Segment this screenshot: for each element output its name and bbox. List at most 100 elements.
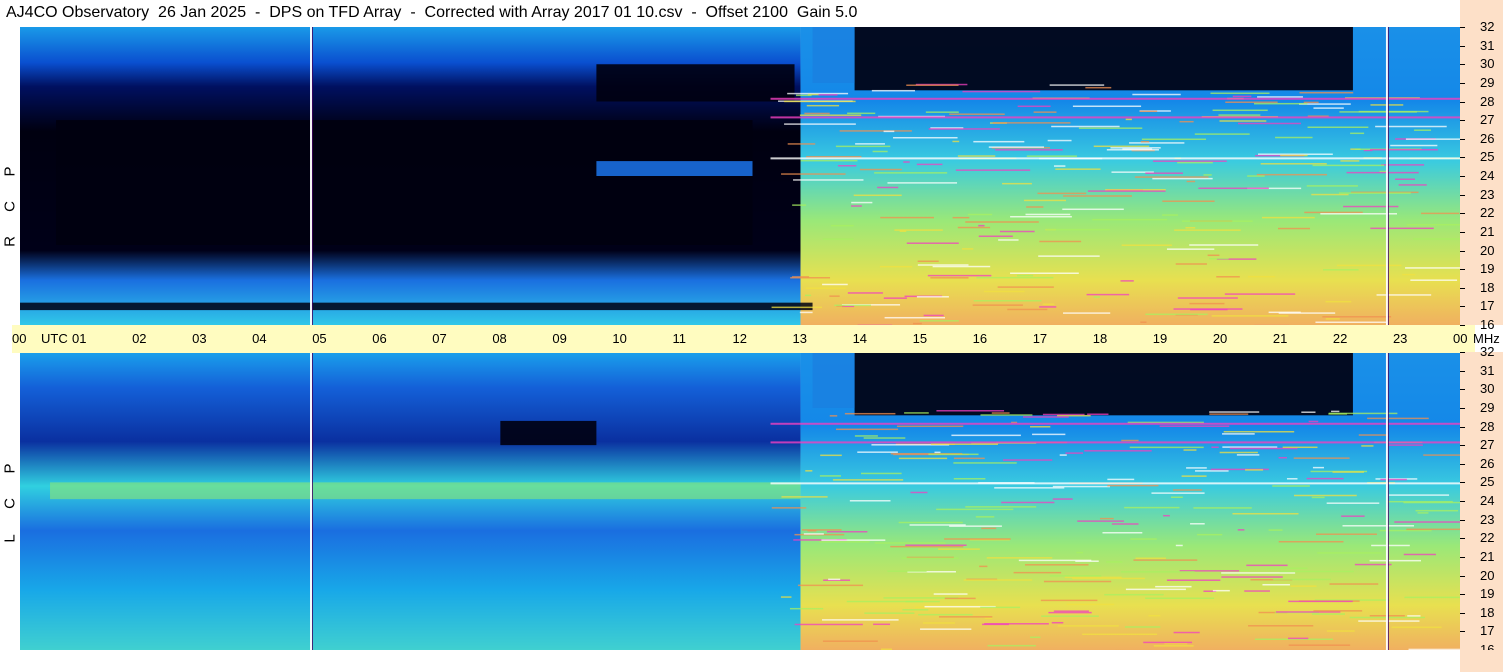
- interference-line: [1166, 248, 1215, 250]
- interference-line: [893, 136, 958, 139]
- interference-line: [1313, 610, 1363, 612]
- interference-line: [1203, 174, 1212, 176]
- interference-line: [953, 462, 1017, 464]
- freq-tick-label: 26: [1480, 130, 1495, 146]
- freq-tick-mark: [1460, 194, 1465, 196]
- interference-line: [1308, 420, 1319, 423]
- interference-line: [984, 623, 1049, 625]
- freq-tick-mark: [1460, 231, 1465, 233]
- freq-tick-mark: [1460, 501, 1465, 502]
- interference-line: [1339, 111, 1417, 113]
- interference-line: [962, 90, 1041, 93]
- time-tick-label: 15: [912, 331, 928, 346]
- interference-line: [1145, 313, 1208, 316]
- interference-line: [818, 94, 838, 96]
- interference-line: [1340, 160, 1360, 162]
- freq-tick-label: 27: [1480, 112, 1495, 128]
- interference-line: [1010, 215, 1072, 218]
- interference-line: [1398, 184, 1427, 186]
- time-tick-label: 04: [252, 331, 267, 346]
- freq-tick-label: 26: [1480, 455, 1495, 471]
- interference-line: [936, 410, 1005, 412]
- interference-line: [1173, 308, 1243, 310]
- dark-block: [854, 352, 1353, 416]
- freq-tick-mark: [1460, 407, 1465, 409]
- interference-line: [1288, 637, 1309, 640]
- interference-line: [920, 628, 972, 630]
- interference-line: [1087, 190, 1166, 192]
- lcp-spectrogram: [20, 352, 1461, 650]
- interference-line: [898, 521, 963, 524]
- interference-line: [1177, 297, 1238, 299]
- time-tick-label: 03: [192, 331, 207, 346]
- interference-line: [820, 454, 842, 457]
- interference-line: [965, 221, 1039, 223]
- interference-line: [1099, 517, 1114, 520]
- interference-line: [1063, 195, 1132, 197]
- freq-tick-label: 25: [1480, 149, 1495, 165]
- freq-tick-label: 17: [1480, 623, 1495, 639]
- interference-line: [919, 320, 959, 322]
- rcp-frequency-axis: 16 17 18 19 20 21 22 23 24 25 26 27 28 29 30 31 32: [1460, 19, 1503, 332]
- time-tick-label: 00: [1453, 331, 1468, 346]
- interference-line: [804, 112, 830, 115]
- interference-line: [906, 242, 959, 244]
- interference-line: [1266, 567, 1308, 570]
- interference-line: [1307, 126, 1369, 129]
- interference-line: [1406, 223, 1461, 226]
- interference-line: [1106, 561, 1123, 563]
- interference-line: [1387, 444, 1423, 446]
- interference-line: [1371, 544, 1410, 547]
- vertical-marker-line: [1385, 352, 1388, 650]
- interference-line: [835, 145, 891, 148]
- interference-line: [803, 533, 824, 535]
- time-tick-label: 07: [432, 331, 447, 346]
- interference-line: [1051, 621, 1064, 624]
- interference-line: [847, 112, 876, 115]
- interference-line: [804, 294, 812, 297]
- interference-line: [1111, 523, 1139, 525]
- rcp-letter-c: C: [1, 201, 19, 212]
- interference-line: [1053, 165, 1066, 167]
- interference-line: [1268, 529, 1283, 531]
- interference-line: [902, 609, 929, 611]
- freq-tick-label: 30: [1480, 56, 1495, 72]
- interference-line: [1417, 512, 1429, 514]
- interference-line: [1304, 211, 1363, 214]
- freq-tick-label: 16: [1480, 317, 1495, 332]
- time-tick-label: 14: [852, 331, 868, 346]
- interference-line: [1236, 454, 1260, 456]
- rfi-band: [770, 422, 1461, 425]
- interference-line: [994, 487, 1065, 489]
- lcp-letter-l: L: [1, 534, 19, 543]
- interference-line: [1102, 531, 1143, 534]
- interference-line: [917, 260, 939, 263]
- interference-line: [780, 596, 792, 598]
- freq-tick-label: 32: [1480, 19, 1495, 34]
- interference-line: [1030, 426, 1051, 428]
- interference-line: [1262, 583, 1290, 586]
- interference-line: [839, 130, 912, 132]
- rcp-label-strip: P C R: [0, 28, 20, 325]
- interference-line: [917, 264, 969, 266]
- lcp-letter-p: P: [1, 463, 19, 474]
- freq-tick-label: 21: [1480, 223, 1495, 239]
- interference-line: [1145, 597, 1215, 599]
- interference-line: [1369, 559, 1422, 562]
- freq-tick-label: 24: [1480, 168, 1495, 183]
- interference-line: [1244, 590, 1270, 592]
- rcp-letter-p: P: [1, 166, 19, 177]
- interference-line: [873, 623, 891, 626]
- interference-line: [1032, 433, 1066, 436]
- interference-line: [1413, 238, 1461, 240]
- lcp-label-strip: P C L: [0, 352, 20, 650]
- interference-line: [1232, 95, 1252, 98]
- freq-axis-bottom: [1460, 650, 1503, 672]
- interference-line: [883, 297, 907, 299]
- freq-tick-mark: [1460, 306, 1465, 308]
- night-region: [20, 352, 801, 650]
- interference-line: [1121, 439, 1139, 442]
- interference-line: [952, 140, 960, 143]
- rfi-band: [770, 157, 1461, 160]
- interference-line: [805, 287, 846, 290]
